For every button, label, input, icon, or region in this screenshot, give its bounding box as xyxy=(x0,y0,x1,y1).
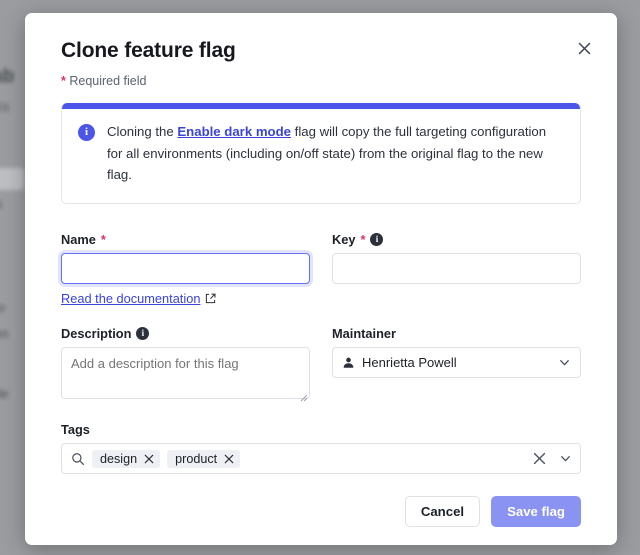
close-icon xyxy=(578,42,590,54)
tags-chevron-down-icon[interactable] xyxy=(559,452,572,465)
info-banner-text: Cloning the Enable dark mode flag will c… xyxy=(107,119,562,185)
save-flag-button[interactable]: Save flag xyxy=(491,496,581,527)
maintainer-selected-value: Henrietta Powell xyxy=(362,355,457,371)
key-field-group: Key * i xyxy=(332,232,581,308)
enable-dark-mode-link[interactable]: Enable dark mode xyxy=(177,124,291,139)
external-link-icon xyxy=(206,293,216,304)
required-asterisk: * xyxy=(360,232,366,248)
cancel-button[interactable]: Cancel xyxy=(404,496,481,527)
name-input[interactable] xyxy=(61,253,310,285)
clone-feature-flag-dialog: Clone feature flag * Required field i Cl… xyxy=(25,13,617,545)
key-label-text: Key xyxy=(332,232,356,248)
description-label: Description i xyxy=(61,326,310,341)
required-note-label: Required field xyxy=(69,74,147,89)
tags-label: Tags xyxy=(61,422,581,437)
maintainer-field-group: Maintainer Henrietta Powell xyxy=(332,326,581,404)
backdrop-text: lis xyxy=(0,196,2,211)
backdrop-text: Ks xyxy=(0,99,10,114)
backdrop-text: ab xyxy=(0,66,15,87)
required-asterisk: * xyxy=(61,74,66,89)
person-icon xyxy=(342,356,355,369)
name-label: Name * xyxy=(61,232,310,247)
backdrop-text: en xyxy=(0,326,9,341)
chevron-down-icon xyxy=(558,356,571,369)
maintainer-select[interactable]: Henrietta Powell xyxy=(332,347,581,379)
info-icon: i xyxy=(78,124,95,142)
name-field-group: Name * Read the documentation xyxy=(61,232,310,308)
tag-chip[interactable]: product xyxy=(167,449,241,468)
tag-chip-label: design xyxy=(100,451,138,466)
description-info-icon[interactable]: i xyxy=(136,327,150,341)
maintainer-label-text: Maintainer xyxy=(332,326,396,342)
backdrop-text: de xyxy=(0,386,9,401)
form-row-name-key: Name * Read the documentation Key * i xyxy=(61,232,581,308)
search-icon xyxy=(71,452,85,466)
description-field-group: Description i xyxy=(61,326,310,404)
tags-input[interactable]: design product xyxy=(61,443,581,475)
page-title: Clone feature flag xyxy=(61,39,236,62)
description-label-text: Description xyxy=(61,326,132,342)
read-documentation-link[interactable]: Read the documentation xyxy=(61,291,216,306)
clear-tags-icon[interactable] xyxy=(533,452,546,465)
key-label: Key * i xyxy=(332,232,581,247)
tag-chip-label: product xyxy=(175,451,218,466)
info-banner: i Cloning the Enable dark mode flag will… xyxy=(61,103,581,205)
key-input[interactable] xyxy=(332,253,581,285)
tag-chip[interactable]: design xyxy=(92,449,161,468)
tags-actions xyxy=(533,452,572,465)
key-info-icon[interactable]: i xyxy=(370,233,384,247)
dialog-footer: Cancel Save flag xyxy=(61,496,581,527)
backdrop-block xyxy=(0,168,24,190)
name-label-text: Name xyxy=(61,232,96,248)
doc-link-label: Read the documentation xyxy=(61,291,201,307)
required-field-note: * Required field xyxy=(61,74,581,88)
description-textarea-wrap xyxy=(61,347,310,404)
required-asterisk: * xyxy=(100,232,106,248)
tags-field-group: Tags design product xyxy=(61,422,581,475)
maintainer-label: Maintainer xyxy=(332,326,581,341)
banner-text-before: Cloning the xyxy=(107,124,178,140)
remove-tag-icon[interactable] xyxy=(144,454,154,464)
form-row-description-maintainer: Description i Maintainer xyxy=(61,326,581,404)
close-button[interactable] xyxy=(571,35,597,61)
remove-tag-icon[interactable] xyxy=(224,454,234,464)
description-textarea[interactable] xyxy=(61,347,310,400)
backdrop-text: to xyxy=(0,300,5,315)
tags-label-text: Tags xyxy=(61,422,90,438)
